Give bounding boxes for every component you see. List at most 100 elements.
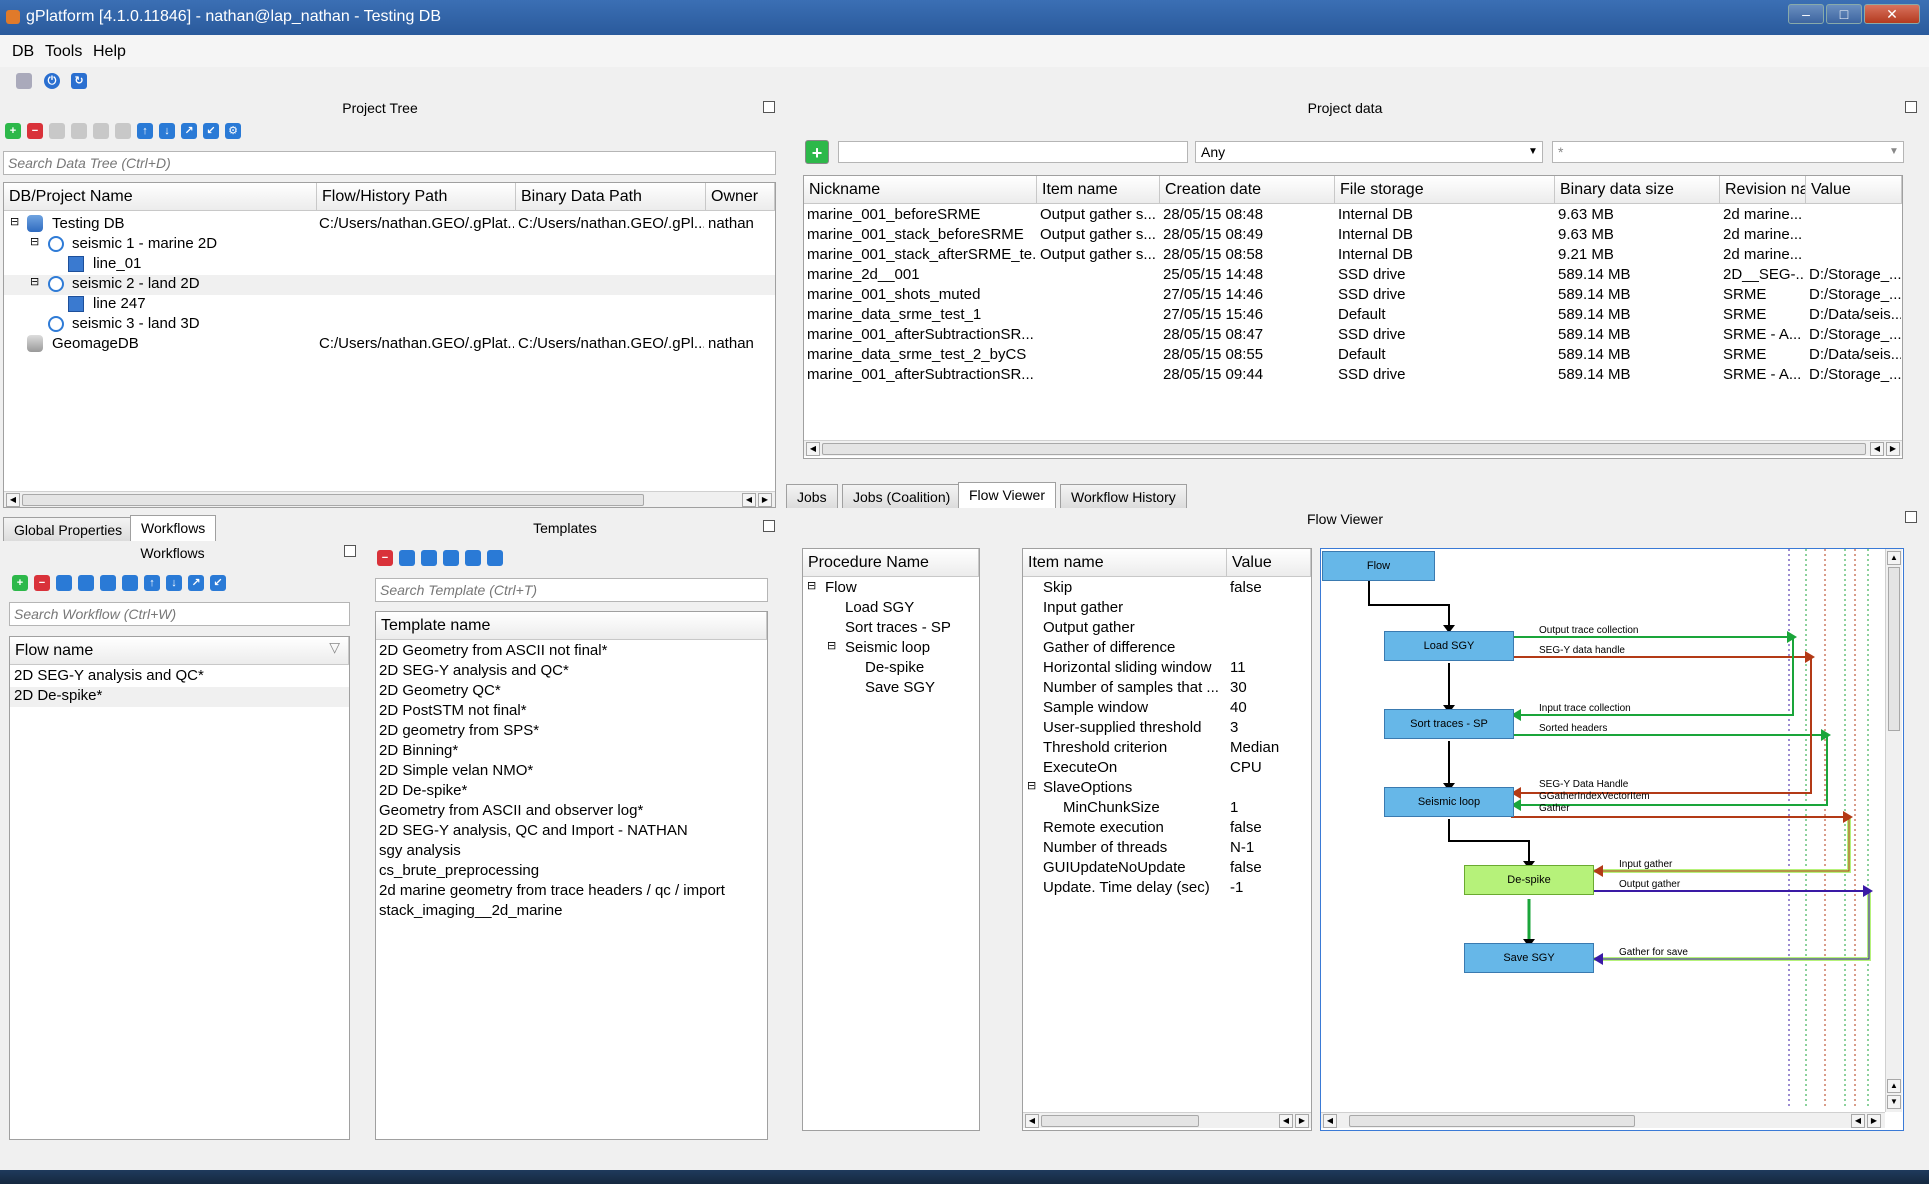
copy-icon[interactable]	[100, 575, 116, 591]
scroll-left-icon[interactable]: ◀	[1279, 1114, 1293, 1128]
procedure-item[interactable]: Save SGY	[803, 679, 979, 699]
col-item-name[interactable]: Item name	[1023, 549, 1227, 577]
arrow-down-left-icon[interactable]: ↙	[210, 575, 226, 591]
flow-node[interactable]: Flow	[1322, 551, 1435, 581]
procedure-item[interactable]: Sort traces - SP	[803, 619, 979, 639]
refresh-icon[interactable]: ↻	[71, 73, 87, 89]
flow-diagram[interactable]: Flow Load SGY Sort traces - SP Seismic l…	[1320, 548, 1904, 1131]
flow-node-selected[interactable]: De-spike	[1464, 865, 1594, 895]
dock-icon[interactable]	[1905, 511, 1917, 523]
property-value[interactable]: 1	[1230, 799, 1238, 816]
list-item[interactable]: 2d marine geometry from trace headers / …	[376, 882, 767, 902]
property-value[interactable]: 11	[1230, 659, 1246, 676]
flow-node[interactable]: Save SGY	[1464, 943, 1594, 973]
col-template-name[interactable]: Template name	[376, 612, 767, 640]
template-search-input[interactable]: Search Template (Ctrl+T)	[375, 578, 768, 602]
property-row[interactable]: MinChunkSize 1	[1023, 799, 1311, 819]
db-stack-icon[interactable]	[71, 123, 87, 139]
flow-node[interactable]: Sort traces - SP	[1384, 709, 1514, 739]
table-row[interactable]: marine_001_beforeSRME Output gather s... 2…	[804, 206, 1902, 226]
tab-flow-viewer[interactable]: Flow Viewer	[958, 482, 1056, 508]
col-binary-data-size[interactable]: Binary data size	[1555, 176, 1720, 204]
tree-row[interactable]: line 247	[4, 295, 775, 315]
property-row[interactable]: ⊟ SlaveOptions	[1023, 779, 1311, 799]
property-value[interactable]: -1	[1230, 879, 1243, 896]
expand-icon[interactable]: ⊟	[807, 579, 816, 592]
filter-dropdown[interactable]: Any ▼	[1195, 141, 1543, 163]
col-creation-date[interactable]: Creation date	[1160, 176, 1335, 204]
scroll-left-icon[interactable]: ◀	[1025, 1114, 1039, 1128]
table-row[interactable]: marine_001_afterSubtractionSR... 28/05/15…	[804, 366, 1902, 386]
dock-icon[interactable]	[344, 545, 356, 557]
copy-icon[interactable]	[465, 550, 481, 566]
scroll-up-icon[interactable]: ▲	[1887, 551, 1901, 565]
col-db-project-name[interactable]: DB/Project Name	[4, 183, 317, 211]
table-row[interactable]: marine_data_srme_test_2_byCS 28/05/15 08:…	[804, 346, 1902, 366]
procedure-item[interactable]: ⊟ Flow	[803, 579, 979, 599]
tree-search-input[interactable]: Search Data Tree (Ctrl+D)	[3, 151, 776, 175]
scroll-down-icon[interactable]: ▼	[1887, 1095, 1901, 1109]
property-value[interactable]: 30	[1230, 679, 1247, 696]
link-icon[interactable]	[78, 575, 94, 591]
link-icon[interactable]	[421, 550, 437, 566]
property-row[interactable]: Input gather	[1023, 599, 1311, 619]
menu-db[interactable]: DB	[12, 43, 34, 61]
scroll-left-icon[interactable]: ◀	[742, 493, 756, 507]
expand-icon[interactable]: ⊟	[1027, 779, 1036, 792]
filter-icon[interactable]: ▽	[329, 639, 340, 656]
property-value[interactable]: Median	[1230, 739, 1279, 756]
list-item[interactable]: stack_imaging__2d_marine	[376, 902, 767, 922]
power-icon[interactable]: ⏻	[44, 73, 60, 89]
scroll-right-icon[interactable]: ▶	[758, 493, 772, 507]
property-row[interactable]: Horizontal sliding window 11	[1023, 659, 1311, 679]
table-row[interactable]: marine_001_stack_beforeSRME Output gather…	[804, 226, 1902, 246]
col-nickname[interactable]: Nickname	[804, 176, 1037, 204]
table-row[interactable]: marine_001_shots_muted 27/05/15 14:46 SSD …	[804, 286, 1902, 306]
property-row[interactable]: User-supplied threshold 3	[1023, 719, 1311, 739]
list-item[interactable]: 2D SEG-Y analysis and QC*	[10, 667, 349, 687]
list-item[interactable]: 2D Binning*	[376, 742, 767, 762]
list-item[interactable]: cs_brute_preprocessing	[376, 862, 767, 882]
vertical-scrollbar[interactable]: ▲ ▲ ▼	[1885, 549, 1902, 1112]
tab-workflows[interactable]: Workflows	[130, 515, 217, 541]
col-value[interactable]: Value	[1227, 549, 1311, 577]
property-row[interactable]: Number of samples that ... 30	[1023, 679, 1311, 699]
minus-icon[interactable]: −	[27, 123, 43, 139]
arrow-up-icon[interactable]: ↑	[137, 123, 153, 139]
property-value[interactable]: N-1	[1230, 839, 1254, 856]
table-row[interactable]: marine_2d__001 25/05/15 14:48 SSD drive 589…	[804, 266, 1902, 286]
tree-row[interactable]: line_01	[4, 255, 775, 275]
list-item[interactable]: 2D PostSTM not final*	[376, 702, 767, 722]
workflow-search-input[interactable]: Search Workflow (Ctrl+W)	[9, 602, 350, 626]
list-item[interactable]: 2D Geometry QC*	[376, 682, 767, 702]
property-row[interactable]: Sample window 40	[1023, 699, 1311, 719]
database-icon[interactable]	[16, 73, 32, 89]
power-icon[interactable]	[93, 123, 109, 139]
scroll-right-icon[interactable]: ▶	[1867, 1114, 1881, 1128]
arrow-down-icon[interactable]: ↓	[166, 575, 182, 591]
col-binary-data-path[interactable]: Binary Data Path	[516, 183, 706, 211]
tree-row[interactable]: GeomageDB C:/Users/nathan.GEO/.gPlat... …	[4, 335, 775, 355]
arrow-up-right-icon[interactable]: ↗	[181, 123, 197, 139]
table-row[interactable]: marine_data_srme_test_1 27/05/15 15:46 Def…	[804, 306, 1902, 326]
scroll-thumb[interactable]	[22, 494, 644, 506]
list-item[interactable]: sgy analysis	[376, 842, 767, 862]
arrow-up-icon[interactable]: ↑	[144, 575, 160, 591]
flow-node[interactable]: Load SGY	[1384, 631, 1514, 661]
property-row[interactable]: Update. Time delay (sec) -1	[1023, 879, 1311, 899]
col-owner[interactable]: Owner	[706, 183, 775, 211]
horizontal-scrollbar[interactable]: ◀ ◀ ▶	[804, 440, 1902, 456]
list-item[interactable]: 2D De-spike*	[10, 687, 349, 707]
add-data-button[interactable]: +	[805, 140, 829, 164]
horizontal-scrollbar[interactable]: ◀ ◀ ▶	[1321, 1112, 1885, 1128]
plus-icon[interactable]: +	[12, 575, 28, 591]
property-value[interactable]: 3	[1230, 719, 1238, 736]
maximize-button[interactable]: □	[1826, 4, 1862, 24]
procedure-item[interactable]: ⊟ Seismic loop	[803, 639, 979, 659]
scroll-thumb[interactable]	[822, 443, 1866, 455]
horizontal-scrollbar[interactable]: ◀ ◀ ▶	[1023, 1112, 1311, 1128]
minus-icon[interactable]: −	[34, 575, 50, 591]
menu-tools[interactable]: Tools	[45, 43, 82, 61]
db-icon[interactable]	[49, 123, 65, 139]
col-item-name[interactable]: Item name	[1037, 176, 1160, 204]
